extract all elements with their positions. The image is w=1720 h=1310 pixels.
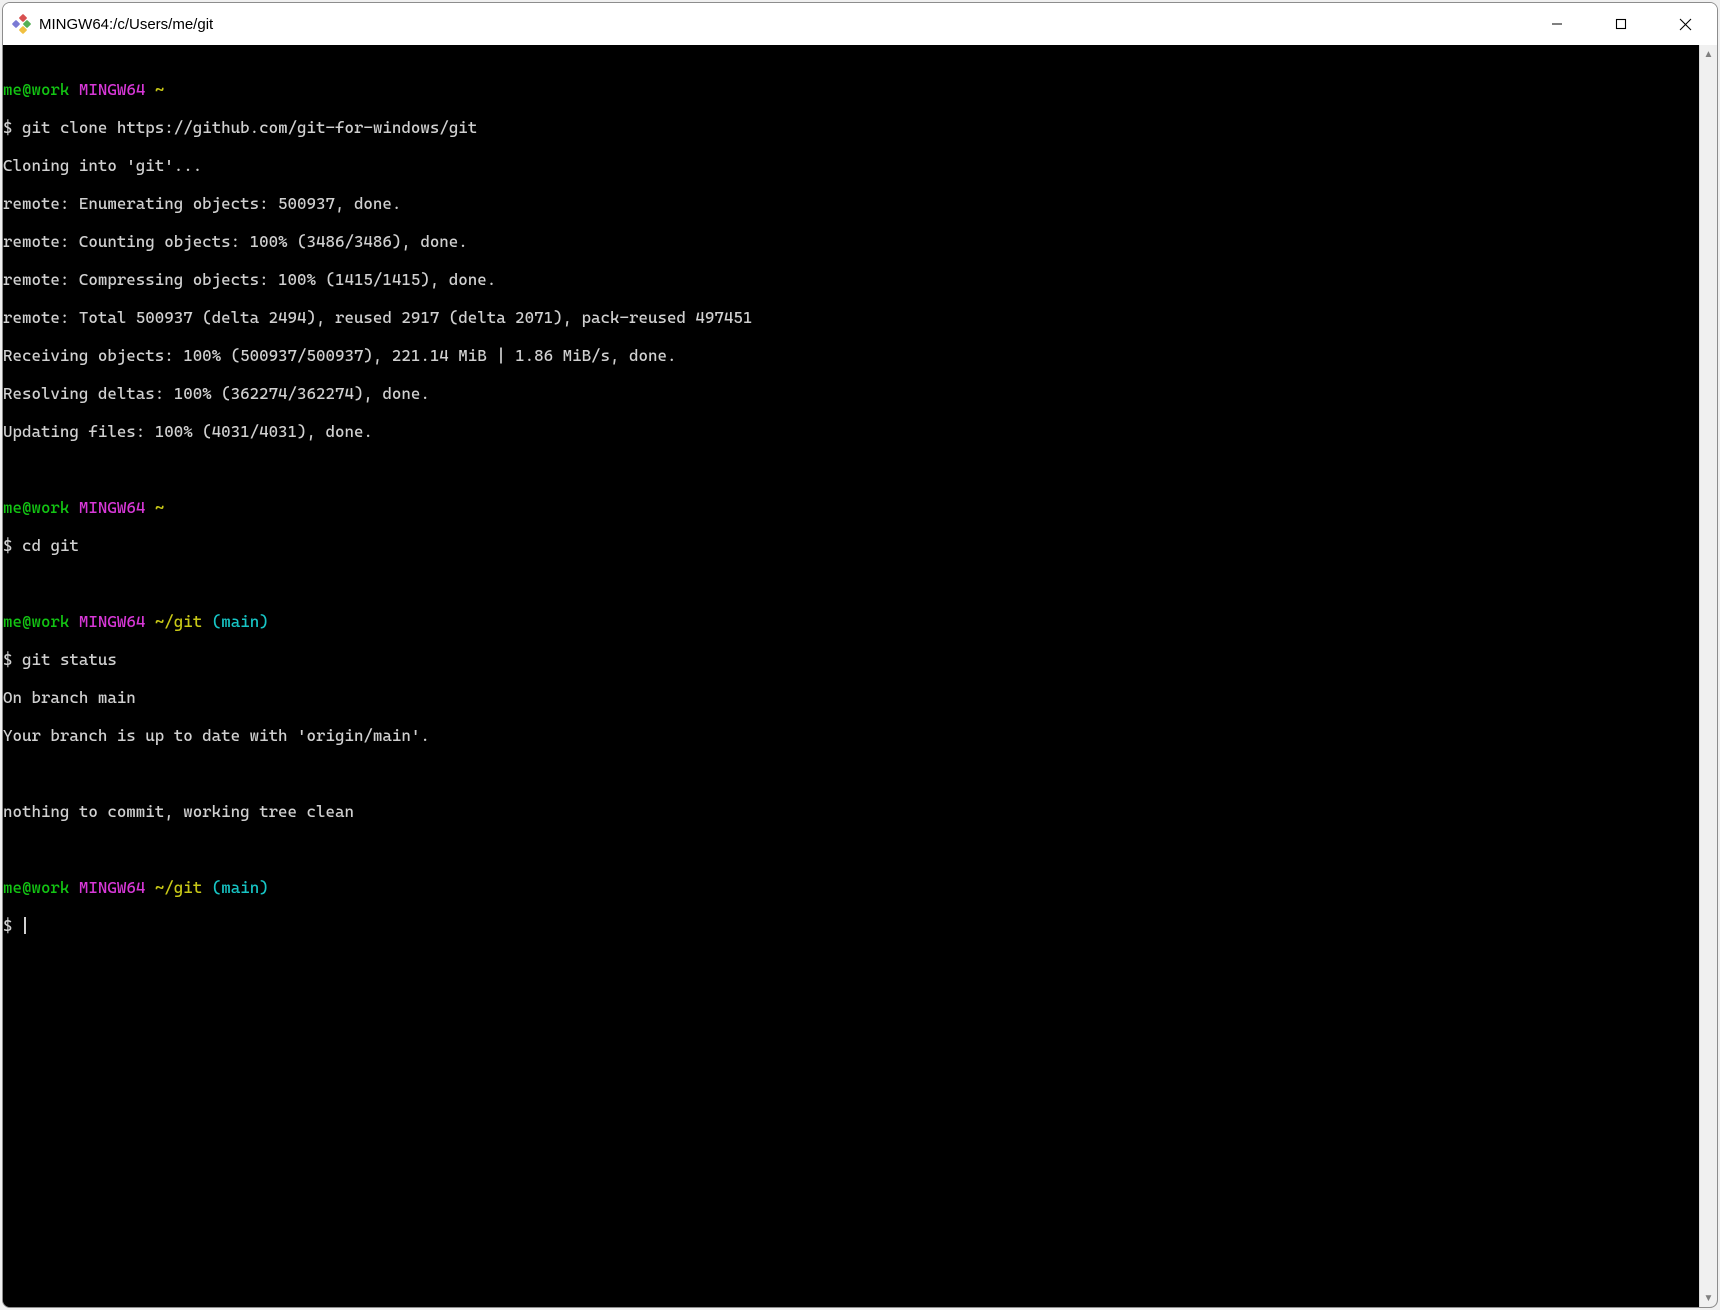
prompt-env: MINGW64 [79, 498, 145, 517]
blank-line [3, 840, 1699, 859]
prompt-user-host: me@work [3, 612, 69, 631]
output-line: Your branch is up to date with 'origin/m… [3, 726, 1699, 745]
prompt-user-host: me@work [3, 80, 69, 99]
titlebar[interactable]: MINGW64:/c/Users/me/git [3, 3, 1717, 45]
prompt-sigil: $ [3, 650, 13, 669]
output-line: On branch main [3, 688, 1699, 707]
terminal-window: MINGW64:/c/Users/me/git me@work MINGW64 … [2, 2, 1718, 1308]
blank-line [3, 574, 1699, 593]
prompt-path: ~ [155, 80, 165, 99]
terminal-area[interactable]: me@work MINGW64 ~ $ git clone https://gi… [3, 45, 1699, 1307]
minimize-button[interactable] [1525, 3, 1589, 45]
prompt-branch: (main) [212, 612, 269, 631]
command-text: cd git [22, 536, 79, 555]
output-line: Receiving objects: 100% (500937/500937),… [3, 346, 1699, 365]
scroll-down-arrow-icon[interactable]: ▼ [1700, 1289, 1717, 1307]
window-title: MINGW64:/c/Users/me/git [39, 16, 213, 33]
prompt-env: MINGW64 [79, 80, 145, 99]
output-line: remote: Enumerating objects: 500937, don… [3, 194, 1699, 213]
app-icon [11, 14, 31, 34]
prompt-sigil: $ [3, 118, 13, 137]
prompt-env: MINGW64 [79, 878, 145, 897]
prompt-sigil: $ [3, 536, 13, 555]
output-line: remote: Compressing objects: 100% (1415/… [3, 270, 1699, 289]
scroll-up-arrow-icon[interactable]: ▲ [1700, 45, 1717, 63]
command-text: git clone https://github.com/git-for-win… [22, 118, 477, 137]
cursor [24, 917, 26, 934]
blank-line [3, 764, 1699, 783]
window-controls [1525, 3, 1717, 45]
command-text: git status [22, 650, 117, 669]
output-line: nothing to commit, working tree clean [3, 802, 1699, 821]
prompt-user-host: me@work [3, 498, 69, 517]
output-line: remote: Total 500937 (delta 2494), reuse… [3, 308, 1699, 327]
prompt-env: MINGW64 [79, 612, 145, 631]
output-line: Resolving deltas: 100% (362274/362274), … [3, 384, 1699, 403]
prompt-branch: (main) [212, 878, 269, 897]
terminal-area-wrap: me@work MINGW64 ~ $ git clone https://gi… [3, 45, 1717, 1307]
output-line: remote: Counting objects: 100% (3486/348… [3, 232, 1699, 251]
prompt-user-host: me@work [3, 878, 69, 897]
prompt-path: ~ [155, 498, 165, 517]
close-button[interactable] [1653, 3, 1717, 45]
blank-line [3, 460, 1699, 479]
output-line: Cloning into 'git'... [3, 156, 1699, 175]
prompt-sigil: $ [3, 916, 13, 935]
scrollbar-vertical[interactable]: ▲ ▼ [1699, 45, 1717, 1307]
prompt-path: ~/git [155, 612, 202, 631]
maximize-button[interactable] [1589, 3, 1653, 45]
output-line: Updating files: 100% (4031/4031), done. [3, 422, 1699, 441]
prompt-path: ~/git [155, 878, 202, 897]
